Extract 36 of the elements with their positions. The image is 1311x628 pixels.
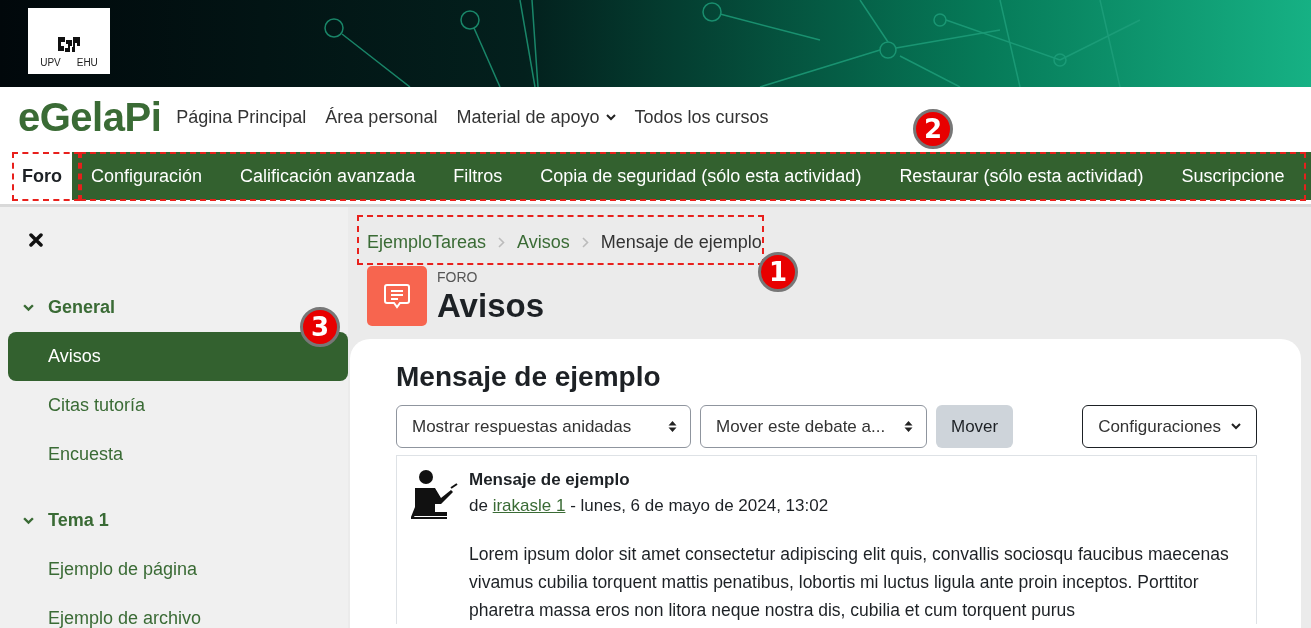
annotation-number: 2 (913, 109, 953, 149)
sidebar-item[interactable]: Encuesta (8, 430, 348, 479)
post-byline: de irakasle 1 - lunes, 6 de mayo de 2024, 13:02 (469, 496, 830, 516)
breadcrumb-current: Mensaje de ejemplo (600, 231, 762, 253)
breadcrumb-link[interactable]: Avisos (517, 231, 570, 253)
post-subject: Mensaje de ejemplo (469, 470, 631, 490)
nav-dropdown[interactable]: Material de apoyo (456, 107, 616, 128)
activity-type-label: FORO (437, 269, 479, 285)
move-button[interactable]: Mover (936, 405, 1014, 448)
author-link[interactable]: irakasle 1 (492, 496, 566, 515)
chevron-right-icon (581, 236, 589, 248)
discussion-title: Mensaje de ejemplo (396, 361, 662, 393)
settings-dropdown[interactable]: Configuraciones (1082, 405, 1257, 448)
breadcrumb-link[interactable]: EjemploTareas (367, 231, 487, 253)
sidebar-item[interactable]: Citas tutoría (8, 381, 348, 430)
forum-icon (367, 266, 427, 326)
section-toggle[interactable]: Tema 1 (23, 496, 109, 545)
nav-link[interactable]: Página Principal (176, 107, 307, 128)
site-brand[interactable]: eGelaPi (18, 95, 162, 140)
display-mode-select[interactable]: Mostrar respuestas anidadas (396, 405, 691, 448)
close-icon[interactable] (29, 233, 43, 247)
move-discussion-select[interactable]: Mover este debate a... (700, 405, 927, 448)
caret-icon (605, 114, 616, 121)
sort-arrows-icon (904, 420, 913, 433)
nav-link[interactable]: Área personal (325, 107, 438, 128)
caret-icon (1231, 423, 1241, 430)
sidebar-item[interactable]: Ejemplo de archivo (8, 594, 348, 628)
logo-text: EHU (76, 57, 98, 68)
nav-link[interactable]: Todos los cursos (634, 107, 769, 128)
section-toggle[interactable]: General (23, 283, 116, 332)
page-title: Avisos (437, 287, 544, 325)
logo-text: UPV (40, 57, 61, 68)
sort-arrows-icon (668, 420, 677, 433)
sidebar-item[interactable]: Ejemplo de página (8, 545, 348, 594)
post-body: Lorem ipsum dolor sit amet consectetur adipiscing elit quis, convallis sociosqu faucibus maecenas vivamus cubilia torquent mattis penatibus, lobortis mi luctus ligula ante proin inceptos. Porttitor pharetra massa eros non litora neque nostra dis, cubilia et cum torquent purus (469, 543, 1230, 622)
chevron-right-icon (498, 236, 506, 248)
